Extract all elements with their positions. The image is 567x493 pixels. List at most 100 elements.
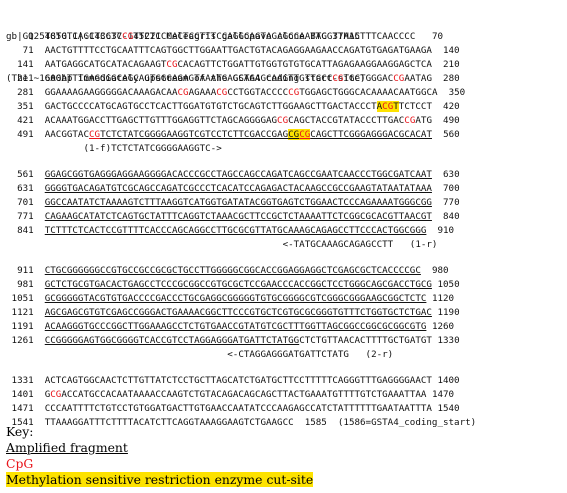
sequence-segment: 910: [426, 225, 455, 236]
sequence-line: <-TATGCAAAGCAGAGCCTT (1-r): [6, 238, 476, 252]
sequence-line: 1471 CCCAATTTTCTGTCCTGTGGATGACTTGTGAACCA…: [6, 402, 476, 416]
sequence-segment: ACAAGGGTGCCCGGCTTGGAAAGCCTCTGTGAACCGTATG…: [44, 321, 427, 332]
sequence-segment: 1471 CCCAATTTTCTGTCCTGTGGATGACTTGTGAACCA…: [6, 403, 460, 414]
sequence-segment: 211 GAGATTTGAGGGGCAGCAGTGGGAGAGTAAATGAGC…: [6, 73, 333, 84]
sequence-segment: 1261: [6, 335, 45, 346]
sequence-segment: 281 GGAAAAGAAGGGGGACAAAGACAA: [6, 87, 178, 98]
sequence-segment: CG: [166, 59, 178, 70]
sequence-line: <-CTAGGAGGGATGATTCTATG (2-r): [6, 348, 476, 362]
sequence-segment: TGCTGGGAC: [343, 73, 394, 84]
sequence-segment: 631: [6, 183, 45, 194]
sequence-segment: CG: [299, 129, 311, 140]
sequence-segment: ATG 490: [415, 115, 460, 126]
sequence-line: 1121 AGCGAGCGTGTCGAGCCGGGACTGAAAACGGCTTC…: [6, 306, 476, 320]
sequence-segment: 980: [420, 265, 449, 276]
sequence-segment: CG: [177, 87, 189, 98]
sequence-segment: AGCGAGCGTGTCGAGCCGGGACTGAAAACGGCTTCCCGTG…: [44, 307, 432, 318]
sequence-segment: TGGAGCTGGGCACAAAACAATGGCA 350: [299, 87, 466, 98]
sequence-segment: 1260: [426, 321, 455, 332]
sequence-segment: 1 TGTGTCAGCTCCTC: [6, 31, 123, 42]
sequence-segment: 1331 ACTCAGTGGCAACTCTTGTTATCTCCTGCTTAGCA…: [6, 375, 460, 386]
sequence-spacer: [6, 252, 476, 264]
sequence-segment: 630: [431, 169, 460, 180]
sequence-segment: CCGGGGGAGTGGCGGGGTCACCGTCCTAGGAGGGATGATT…: [44, 335, 300, 346]
sequence-segment: TCTCCT 420: [398, 101, 460, 112]
sequence-segment: CG: [404, 115, 416, 126]
sequence-line: 211 GAGATTTGAGGGGCAGCAGTGGGAGAGTAAATGAGC…: [6, 72, 476, 86]
sequence-line: 1191 ACAAGGGTGCCCGGCTTGGAAAGCCTCTGTGAACC…: [6, 320, 476, 334]
sequence-line: 491 AACGGTACCGTCTCTATCGGGGAAGGTCGTCCTCTT…: [6, 128, 476, 142]
legend-cpg: CpG: [6, 456, 34, 471]
sequence-segment: 560: [432, 129, 460, 140]
sequence-segment: 1190: [431, 307, 460, 318]
sequence-segment: 981: [6, 279, 45, 290]
sequence-line: 351 GACTGCCCCATGCAGTGCCTCACTTGGATGTGTCTG…: [6, 100, 476, 114]
sequence-segment: 701: [6, 197, 45, 208]
sequence-segment: CAGCTTCGGGAGGGACGCACAT: [310, 129, 432, 140]
sequence-line: 631 GGGGTGACAGATGTCGCAGCCAGATCGCCCTCACAT…: [6, 182, 476, 196]
sequence-segment: 1401 G: [6, 389, 51, 400]
legend-methylation-site: Methylation sensitive restriction enzyme…: [6, 472, 314, 487]
sequence-line: 421 ACAAATGGACCTTGAGCTTGTTTGGAGGTTCTAGCA…: [6, 114, 476, 128]
sequence-segment: CG: [88, 129, 101, 140]
sequence-segment: CG: [332, 73, 344, 84]
sequence-line: 141 AATGAGGCATGCATACAGAAGTCGCACAGTTCTGGA…: [6, 58, 476, 72]
sequence-segment: CG: [277, 115, 289, 126]
sequence-segment: GCGGGGGTACGTGTGACCCCGACCCTGCGAGGCGGGGGTG…: [44, 293, 427, 304]
legend-amplified-fragment: Amplified fragment: [6, 440, 128, 455]
sequence-line: 701 GGCCAATATCTAAAAGTCTTTAAGGTCATGGTGATA…: [6, 196, 476, 210]
sequence-segment: 141 AATGAGGCATGCATACAGAAGT: [6, 59, 167, 70]
sequence-segment: CG: [288, 129, 300, 140]
sequence-line: 981 GCTCTGCGTGACACTGAGCCTCCCGCGGCCGTGCGC…: [6, 278, 476, 292]
sequence-block: 1 TGTGTCAGCTCCTCCGTTCTCCCACTCCTTTCCAGGCA…: [6, 30, 477, 430]
sequence-segment: CTCTGTTAACACTTTTGCTGATGT 1330: [299, 335, 460, 346]
legend-title: Key:: [6, 424, 34, 439]
sequence-segment: TTCTCCCACTCCTTTCCAGGCAGTAGAGCCAATTGGTTAA…: [133, 31, 444, 42]
sequence-segment: (1-f)TCTCTATCGGGGAAGGTC->: [6, 143, 222, 154]
sequence-line: 841 TCTTTCTCACTCCGTTTTCACCCAGCAGGCCTTGCG…: [6, 224, 476, 238]
sequence-segment: CG: [393, 73, 405, 84]
sequence-segment: <-TATGCAAAGCAGAGCCTT (1-r): [6, 239, 438, 250]
sequence-segment: AATAG 280: [404, 73, 460, 84]
sequence-spacer: [6, 156, 476, 168]
sequence-spacer: [6, 362, 476, 374]
sequence-segment: AGAAA: [188, 87, 217, 98]
sequence-line: 1 TGTGTCAGCTCCTCCGTTCTCCCACTCCTTTCCAGGCA…: [6, 30, 476, 44]
sequence-line: 1261 CCGGGGGAGTGGCGGGGTCACCGTCCTAGGAGGGA…: [6, 334, 476, 348]
sequence-segment: 491 AACGGTAC: [6, 129, 89, 140]
sequence-segment: 1121: [6, 307, 45, 318]
sequence-segment: GCTCTGCGTGACACTGAGCCTCCCGCGGCCGTGCGCTCCG…: [44, 279, 432, 290]
sequence-line: 281 GGAAAAGAAGGGGGACAAAGACAACGAGAAACGCCT…: [6, 86, 476, 100]
sequence-segment: CAGCTACCGTATACCCTTGAC: [288, 115, 405, 126]
sequence-segment: CAGAAGCATATCTCAGTGCTATTTCAGGTCTAAACGCTTC…: [44, 211, 432, 222]
sequence-segment: 841: [6, 225, 45, 236]
sequence-line: 1401 GCGACCATGCCACAATAAAACCAAGTCTGTACAGA…: [6, 388, 476, 402]
sequence-segment: CACAGTTCTGGATTGTGGTGTGTGCATTAGAGAAGGAAGG…: [177, 59, 460, 70]
sequence-segment: 71 AACTGTTTTCCTGCAATTTCAGTGGCTTGGAATTGAC…: [6, 45, 460, 56]
sequence-segment: GGGGTGACAGATGTCGCAGCCAGATCGCCCTCACATCCAG…: [44, 183, 432, 194]
sequence-segment: CG: [288, 87, 300, 98]
sequence-segment: 840: [431, 211, 460, 222]
sequence-segment: <-CTAGGAGGGATGATTCTATG (2-r): [6, 349, 394, 360]
sequence-segment: 911: [6, 265, 45, 276]
sequence-segment: CG: [50, 389, 62, 400]
sequence-segment: 1050: [431, 279, 460, 290]
sequence-segment: 770: [431, 197, 460, 208]
sequence-segment: 1051: [6, 293, 45, 304]
sequence-segment: TCTTTCTCACTCCGTTTTCACCCAGCAGGCCTTGCGCGTT…: [44, 225, 427, 236]
sequence-line: 911 CTGCGGGGGGCCGTGCCGCCGCGCTGCCTTGGGGGC…: [6, 264, 476, 278]
sequence-segment: GGCCAATATCTAAAAGTCTTTAAGGTCATGGTGATATACG…: [44, 197, 432, 208]
sequence-line: 71 AACTGTTTTCCTGCAATTTCAGTGGCTTGGAATTGAC…: [6, 44, 476, 58]
sequence-segment: 421 ACAAATGGACCTTGAGCTTGTTTGGAGGTTCTAGCA…: [6, 115, 278, 126]
sequence-segment: 561: [6, 169, 45, 180]
sequence-line: 1331 ACTCAGTGGCAACTCTTGTTATCTCCTGCTTAGCA…: [6, 374, 476, 388]
sequence-segment: CG: [216, 87, 228, 98]
sequence-line: 771 CAGAAGCATATCTCAGTGCTATTTCAGGTCTAAACG…: [6, 210, 476, 224]
sequence-segment: 351 GACTGCCCCATGCAGTGCCTCACTTGGATGTGTCTG…: [6, 101, 377, 112]
sequence-segment: 1120: [426, 293, 455, 304]
sequence-segment: CG: [122, 31, 134, 42]
sequence-segment: CCTGGTACCCC: [227, 87, 289, 98]
sequence-segment: ACCATGCCACAATAAAACCAAGTCTGTACAGACAGCAGCT…: [61, 389, 455, 400]
sequence-line: 1051 GCGGGGGTACGTGTGACCCCGACCCTGCGAGGCGG…: [6, 292, 476, 306]
sequence-segment: 771: [6, 211, 45, 222]
